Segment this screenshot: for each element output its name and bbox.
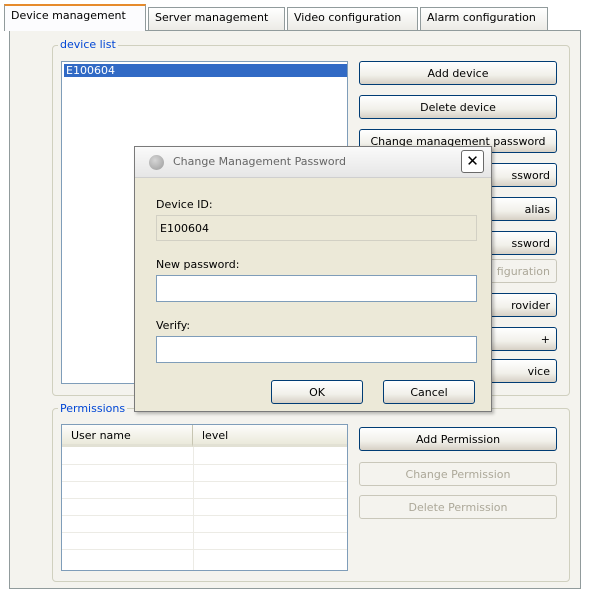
verify-label: Verify: [156, 319, 191, 332]
add-device-button[interactable]: Add device [359, 61, 557, 85]
tab-alarm-configuration[interactable]: Alarm configuration [420, 7, 548, 30]
row-divider [62, 464, 347, 465]
row-divider [62, 549, 347, 550]
app-icon [149, 155, 164, 170]
dialog-title: Change Management Password [173, 155, 346, 168]
row-divider [62, 481, 347, 482]
device-id-field: E100604 [156, 215, 477, 241]
change-permission-button[interactable]: Change Permission [359, 462, 557, 486]
device-list-legend: device list [58, 38, 118, 51]
permissions-table[interactable]: User name level [61, 424, 348, 571]
verify-field[interactable] [156, 336, 477, 363]
close-icon[interactable]: ✕ [461, 150, 484, 173]
delete-permission-button[interactable]: Delete Permission [359, 495, 557, 519]
cancel-button[interactable]: Cancel [383, 380, 475, 404]
row-divider [62, 515, 347, 516]
list-item[interactable]: E100604 [64, 64, 347, 77]
tab-device-management[interactable]: Device management [4, 4, 146, 31]
column-header-level[interactable]: level [193, 425, 347, 447]
permissions-legend: Permissions [58, 402, 128, 415]
dialog-title-bar[interactable]: Change Management Password ✕ [135, 147, 491, 178]
column-divider [193, 447, 194, 570]
device-id-label: Device ID: [156, 198, 213, 211]
tab-server-management[interactable]: Server management [148, 7, 285, 30]
tab-video-configuration[interactable]: Video configuration [287, 7, 418, 30]
ok-button[interactable]: OK [271, 380, 363, 404]
change-password-dialog: Change Management Password ✕ Device ID: … [134, 146, 492, 412]
delete-device-button[interactable]: Delete device [359, 95, 557, 119]
add-permission-button[interactable]: Add Permission [359, 427, 557, 451]
new-password-field[interactable] [156, 275, 477, 302]
column-header-user-name[interactable]: User name [62, 425, 193, 447]
row-divider [62, 532, 347, 533]
new-password-label: New password: [156, 258, 240, 271]
row-divider [62, 498, 347, 499]
